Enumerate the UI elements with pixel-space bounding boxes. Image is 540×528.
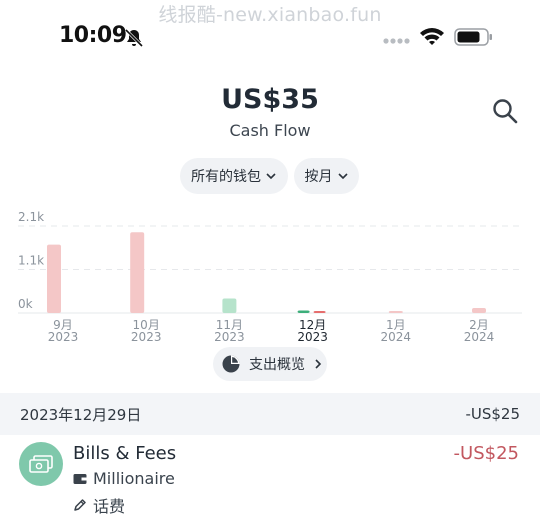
expense-overview-button[interactable]: 支出概览: [213, 347, 327, 381]
chevron-down-icon: [337, 173, 348, 180]
x-tick-year: 2023: [48, 330, 79, 344]
cash-flow-amount: US$35: [221, 84, 319, 115]
cash-flow-chart[interactable]: 2.1k1.1k0k9月202310月202311月202312月20231月2…: [0, 200, 540, 350]
x-tick-year: 2023: [131, 330, 162, 344]
x-tick-year: 2023: [297, 330, 328, 344]
wallet-icon: [73, 473, 87, 484]
search-icon[interactable]: [490, 96, 520, 126]
status-time: 10:09: [59, 23, 127, 48]
income-bar: [297, 310, 310, 313]
battery-icon: [454, 28, 492, 46]
wallet-filter-dropdown[interactable]: 所有的钱包: [180, 158, 288, 194]
x-tick-year: 2023: [214, 330, 245, 344]
bell-off-icon: [124, 28, 144, 48]
cash-flow-subtitle: Cash Flow: [229, 121, 311, 140]
expense-bar: [388, 311, 403, 313]
expense-bar: [130, 232, 145, 313]
chevron-down-icon: [266, 173, 276, 180]
transaction-wallet: Millionaire: [73, 469, 175, 488]
transaction-note-text: 话费: [93, 497, 126, 516]
x-tick-year: 2024: [464, 330, 495, 344]
period-filter-label: 按月: [304, 169, 333, 185]
chevron-right-icon: [315, 359, 322, 369]
expense-bar: [47, 244, 61, 313]
status-bar: 10:09: [0, 20, 540, 54]
wifi-icon: [420, 28, 444, 45]
transaction-item[interactable]: Bills & Fees -US$25 Millionaire 话费: [0, 435, 540, 528]
transaction-note: 话费: [73, 493, 125, 517]
pie-chart-icon: [222, 355, 240, 373]
period-filter-dropdown[interactable]: 按月: [294, 158, 359, 194]
x-tick-year: 2024: [381, 330, 412, 344]
wallet-filter-label: 所有的钱包: [191, 169, 261, 185]
y-tick-label: 1.1k: [18, 254, 44, 268]
transaction-wallet-name: Millionaire: [93, 469, 175, 488]
transaction-category-avatar: [19, 442, 63, 486]
date-group-total: -US$25: [465, 405, 520, 423]
expense-bar: [313, 311, 326, 313]
transaction-title: Bills & Fees: [73, 443, 177, 464]
income-bar: [222, 298, 237, 313]
y-tick-label: 2.1k: [18, 210, 44, 224]
pencil-icon: [74, 499, 86, 511]
signal-icon: [383, 38, 410, 44]
expense-bar: [472, 308, 486, 313]
bills-icon: [29, 455, 53, 473]
date-group-date: 2023年12月29日: [20, 405, 142, 424]
date-group-header: 2023年12月29日 -US$25: [0, 393, 540, 435]
transaction-amount: -US$25: [453, 443, 519, 464]
expense-overview-label: 支出概览: [249, 357, 305, 373]
y-tick-label: 0k: [18, 297, 33, 311]
